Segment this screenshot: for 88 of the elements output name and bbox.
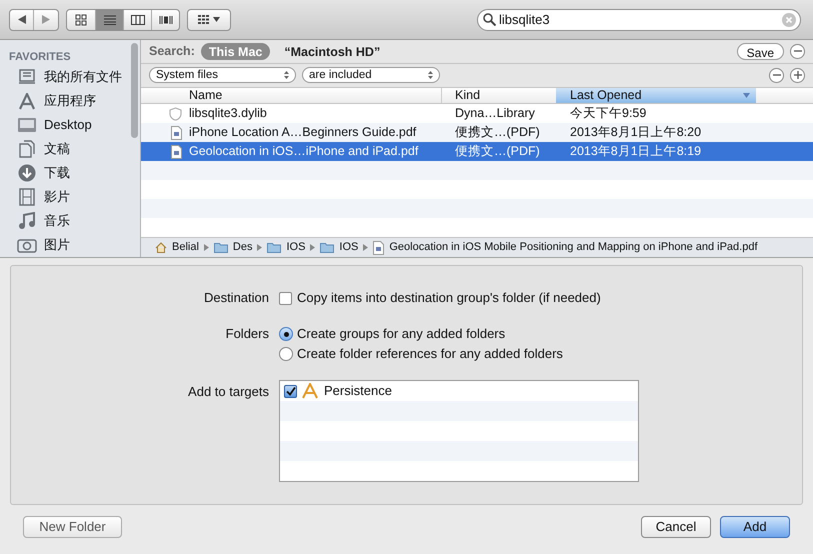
sidebar-heading: FAVORITES <box>9 50 72 65</box>
caret-icon <box>213 17 220 22</box>
column-header[interactable]: Name <box>166 88 441 104</box>
back-arrow-icon <box>18 15 26 24</box>
add-rule-button[interactable] <box>790 68 805 83</box>
app-letter-a-icon <box>18 92 36 110</box>
cancel-button[interactable]: Cancel <box>641 516 711 538</box>
app-letter-a-icon <box>301 383 319 399</box>
file-name: Geolocation in iOS…iPhone and iPad.pdf <box>189 143 420 160</box>
last-opened-date: 今天下午9:59 <box>570 105 646 122</box>
sidebar-item[interactable]: 下载 <box>9 161 140 185</box>
sort-descending-icon <box>743 93 750 98</box>
search-scope-button[interactable]: “Macintosh HD” <box>276 42 388 60</box>
destination-label: Destination <box>202 289 269 307</box>
path-separator-icon <box>363 244 368 252</box>
checkbox[interactable] <box>284 384 297 398</box>
new-folder-button[interactable]: New Folder <box>23 516 122 538</box>
sidebar-item[interactable]: 文稿 <box>9 137 140 161</box>
sidebar-item[interactable]: 影片 <box>9 185 140 209</box>
target-name: Persistence <box>324 382 392 400</box>
arrange-menu-button[interactable] <box>187 8 231 30</box>
folder-icon <box>320 242 334 254</box>
stepper-arrows-icon <box>284 71 289 80</box>
sidebar-item[interactable]: Desktop <box>9 113 140 137</box>
path-item[interactable]: Geolocation in iOS Mobile Positioning and Mapping on iPhone and iPad.pdf <box>389 239 758 256</box>
radio-label: Create folder references for any added folders <box>297 345 563 364</box>
file-kind: Dyna…Library <box>455 105 536 122</box>
add-button[interactable]: Add <box>720 516 790 538</box>
last-opened-date: 2013年8月1日上午8:20 <box>570 124 702 142</box>
path-item[interactable]: Des <box>232 239 252 256</box>
film-strip-icon <box>19 188 35 206</box>
search-field[interactable]: libsqlite3 <box>477 8 801 30</box>
search-scope-label: Search: <box>149 42 195 60</box>
path-item[interactable]: IOS <box>286 239 306 256</box>
icon-view-icon <box>75 14 87 26</box>
sidebar-item[interactable]: 应用程序 <box>9 89 140 113</box>
column-header[interactable]: Last Opened <box>556 88 756 104</box>
last-opened-date: 2013年8月1日上午8:19 <box>570 143 702 160</box>
path-separator-icon <box>257 244 262 252</box>
shield-file-icon <box>169 106 182 121</box>
remove-rule-button[interactable] <box>769 68 784 83</box>
documents-icon <box>18 140 36 158</box>
radio-label: Create groups for any added folders <box>297 325 506 344</box>
file-row[interactable]: Geolocation in iOS…iPhone and iPad.pdf 便携文…(PDF) 2013年8月1日上午8:19 <box>141 142 813 162</box>
radio-button[interactable] <box>279 347 293 361</box>
folder-icon <box>214 242 228 254</box>
file-name: libsqlite3.dylib <box>189 105 268 122</box>
checkmark-icon <box>286 386 296 396</box>
pdf-file-icon <box>373 240 384 255</box>
save-button[interactable]: Save <box>736 42 784 60</box>
desktop-icon <box>17 117 37 133</box>
checkbox-label: Copy items into destination group's folder (if needed) <box>297 289 601 308</box>
view-mode-button[interactable] <box>95 10 123 30</box>
condition-dropdown[interactable]: are included <box>302 67 440 84</box>
path-item[interactable]: Belial <box>172 239 199 256</box>
scrollbar-thumb[interactable] <box>131 43 138 138</box>
house-icon <box>155 242 167 254</box>
pdf-file-icon <box>171 126 182 140</box>
grid-icon <box>198 15 209 24</box>
camera-icon <box>17 237 37 253</box>
targets-label: Add to targets <box>187 383 269 400</box>
column-view-icon <box>130 14 144 24</box>
file-kind: 便携文…(PDF) <box>455 124 541 142</box>
file-name: iPhone Location A…Beginners Guide.pdf <box>189 124 418 142</box>
stepper-arrows-icon <box>428 71 433 80</box>
sidebar-item[interactable]: 图片 <box>9 233 140 257</box>
path-item[interactable]: IOS <box>339 239 358 256</box>
checkbox[interactable] <box>279 292 292 304</box>
forward-arrow-icon <box>42 15 50 24</box>
radio-button[interactable] <box>279 327 293 341</box>
sidebar-item[interactable]: 我的所有文件 <box>9 65 140 89</box>
file-kind: 便携文…(PDF) <box>455 143 541 160</box>
folders-label: Folders <box>224 325 269 343</box>
plus-icon <box>794 71 802 80</box>
pdf-file-icon <box>171 144 182 159</box>
list-view-icon <box>104 14 116 24</box>
attribute-dropdown[interactable]: System files <box>149 67 296 84</box>
sidebar-item[interactable]: 音乐 <box>9 209 140 233</box>
file-row[interactable]: iPhone Location A…Beginners Guide.pdf 便携文…(PDF) 2013年8月1日上午8:20 <box>141 123 813 142</box>
path-separator-icon <box>310 244 316 252</box>
path-separator-icon <box>204 244 209 252</box>
music-note-icon <box>18 212 36 230</box>
cover-flow-icon <box>158 14 172 24</box>
document-stack-icon <box>18 69 36 85</box>
search-icon <box>483 12 496 26</box>
folder-icon <box>267 242 282 254</box>
remove-rule-button[interactable] <box>790 44 805 59</box>
file-row[interactable]: libsqlite3.dylib Dyna…Library 今天下午9:59 <box>141 104 813 124</box>
